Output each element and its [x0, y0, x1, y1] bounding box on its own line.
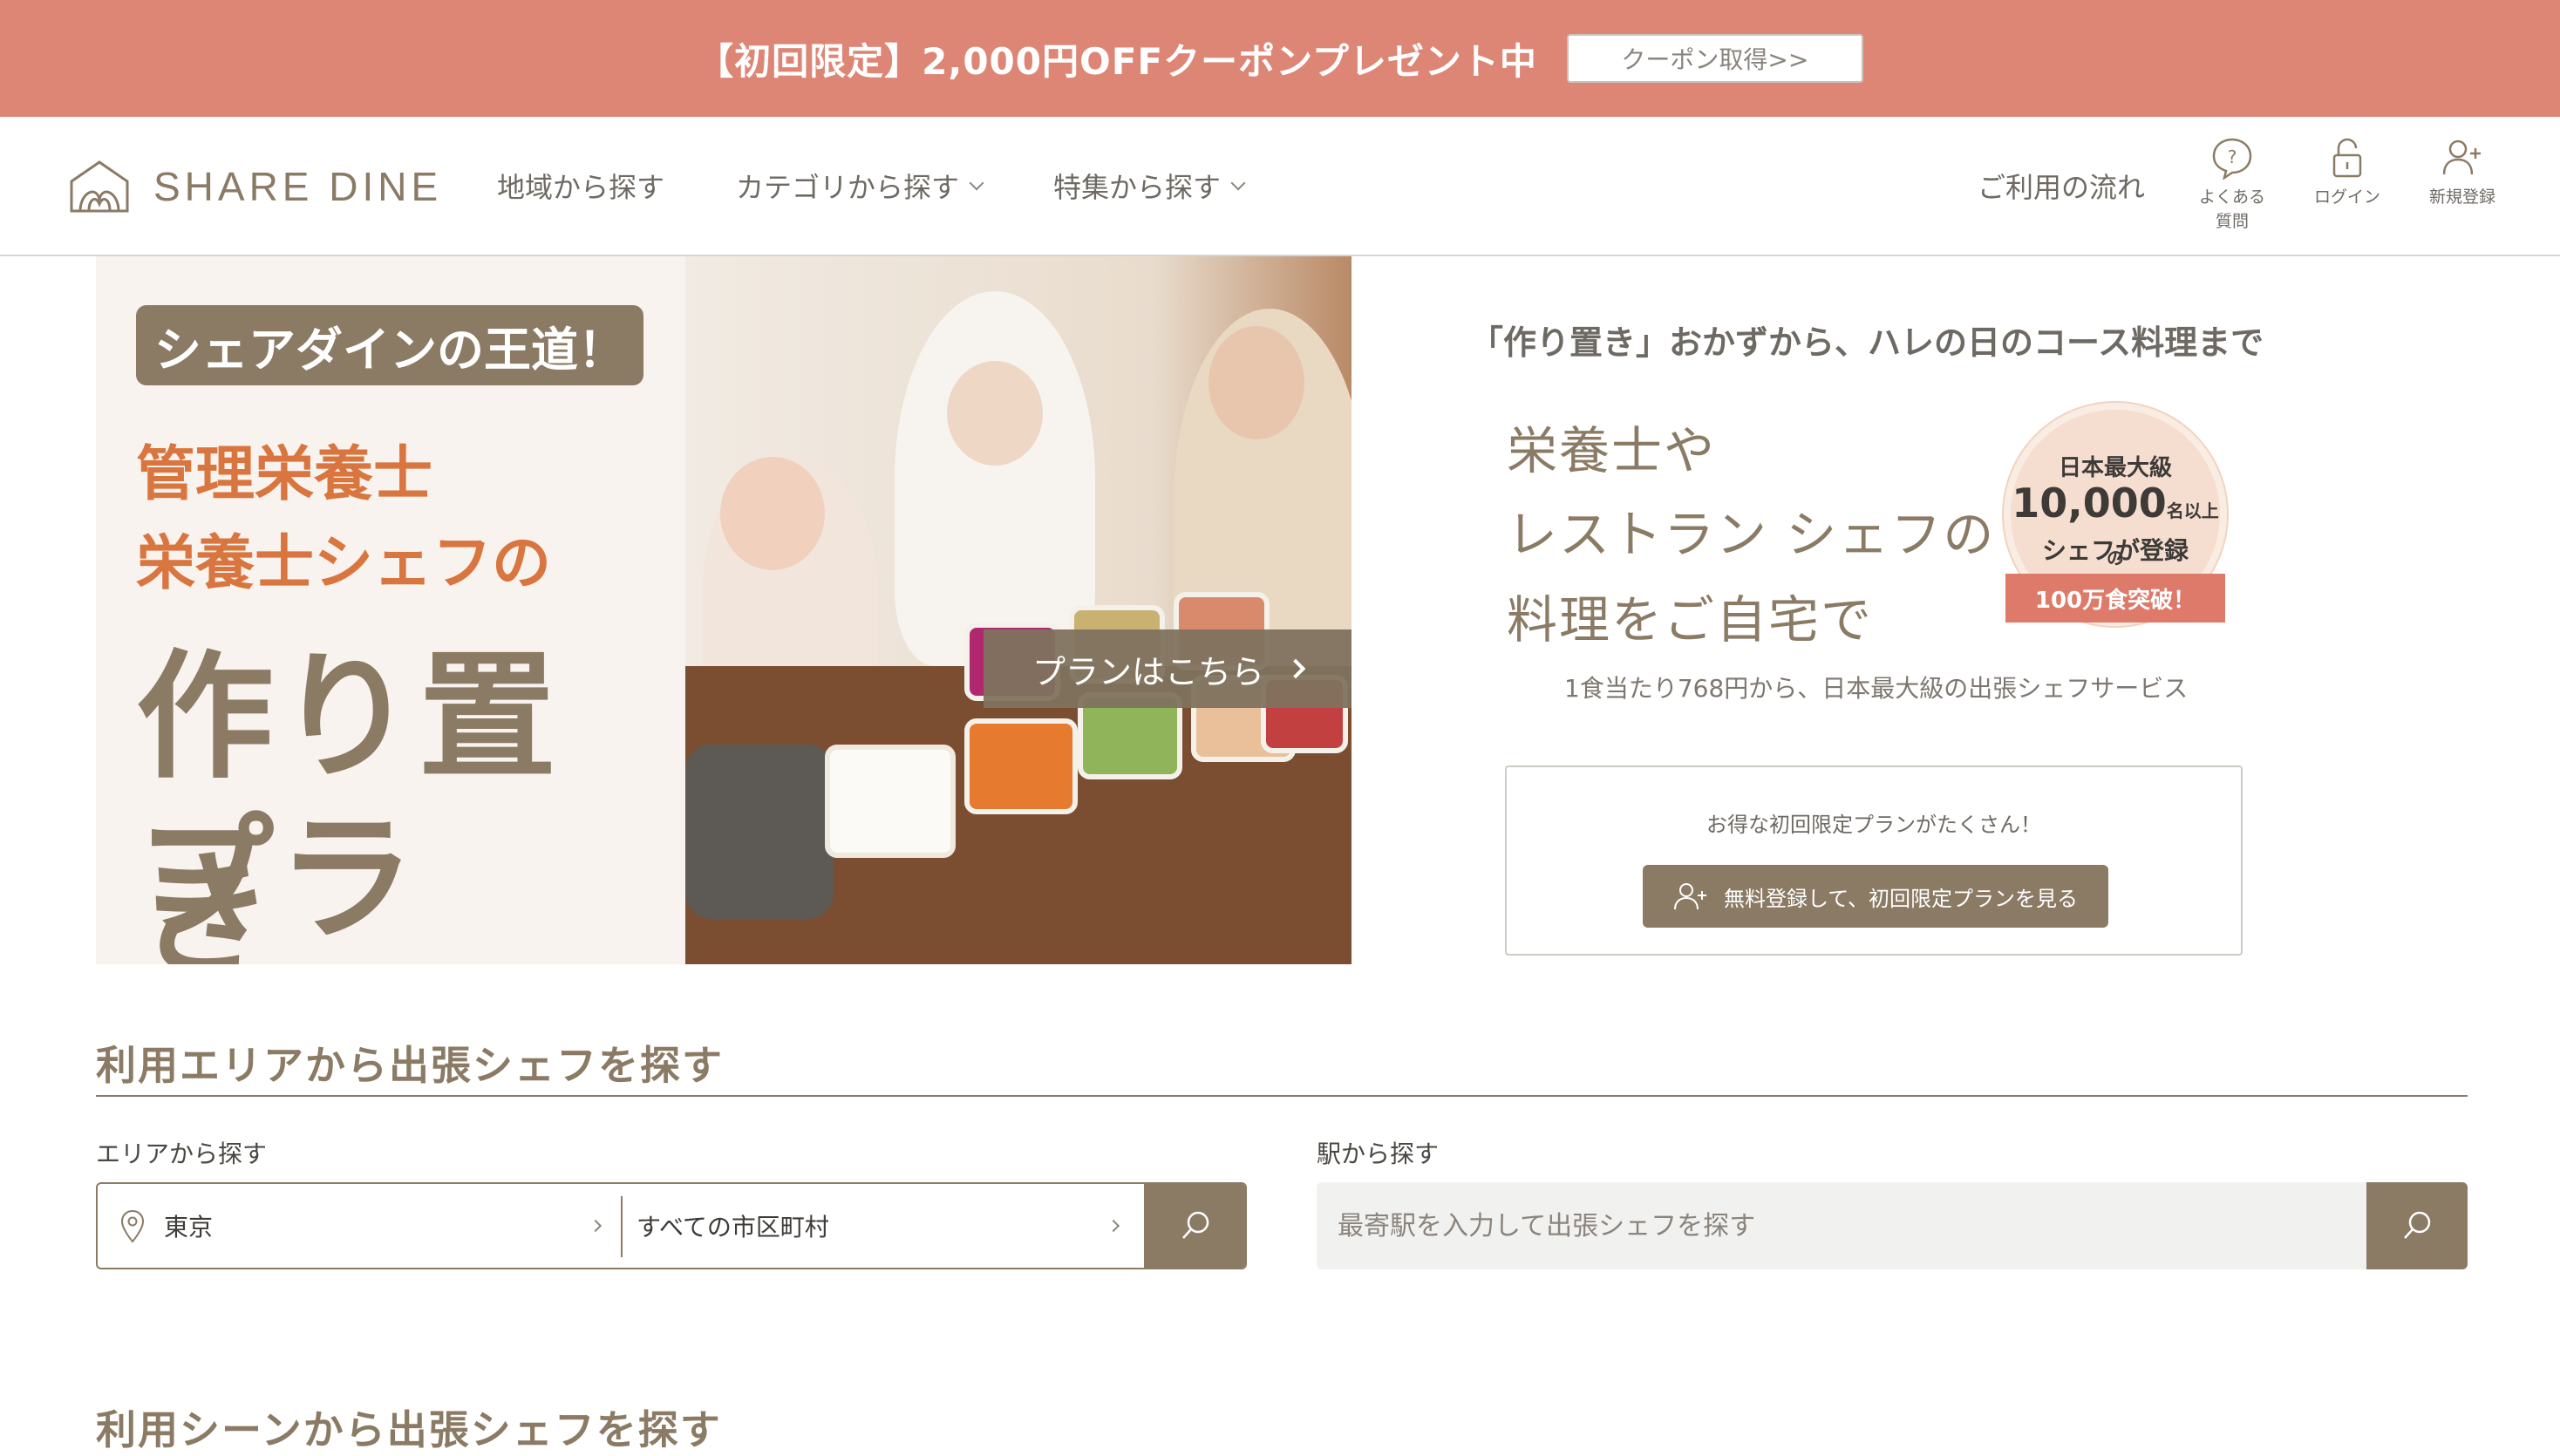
area-search-title: 利用エリアから出張シェフを探す: [96, 1042, 724, 1089]
signup-label: 新規登録: [2428, 187, 2495, 207]
site-header: SHARE DINE 地域から探す カテゴリから探す 特集から探す ご利用の流れ…: [0, 117, 2560, 256]
prefecture-value: 東京: [164, 1213, 214, 1242]
user-plus-icon: [2442, 139, 2481, 175]
chevron-right-icon: [1285, 658, 1306, 679]
plan-button[interactable]: プランはこちら: [984, 629, 1351, 708]
hero-tagline: 「作り置き」おかずから、ハレの日のコース料理まで: [1470, 323, 2264, 362]
banner-line-4: プラン!!: [136, 799, 419, 960]
search-icon: [2404, 1211, 2431, 1239]
hero-subline: 1食当たり768円から、日本最大級の出張シェフサービス: [1564, 674, 2189, 703]
station-search-box: [1317, 1182, 2468, 1269]
map-pin-icon: [120, 1209, 145, 1243]
nav-feature[interactable]: 特集から探す: [1053, 166, 1246, 206]
chevron-down-icon: [1230, 175, 1246, 191]
chevron-right-icon: [1106, 1219, 1120, 1233]
nav-region-label: 地域から探す: [497, 171, 665, 204]
free-signup-button[interactable]: 無料登録して、初回限定プランを見る: [1643, 865, 2108, 928]
medal-line-3: シェフが登録: [2041, 536, 2189, 565]
svg-text:?: ?: [2228, 146, 2237, 167]
station-search-button[interactable]: [2366, 1182, 2468, 1269]
area-search-box: 東京 すべての市区町村: [96, 1182, 1247, 1269]
photo-child-face: [720, 457, 825, 570]
logo-house-icon: [70, 160, 129, 213]
hero-headline-1: 栄養士や: [1507, 421, 1717, 480]
section-divider: [96, 1095, 2468, 1097]
scene-search-title: 利用シーンから出張シェフを探す: [96, 1406, 722, 1453]
first-plan-box: お得な初回限定プランがたくさん！ 無料登録して、初回限定プランを見る: [1505, 765, 2243, 956]
nav-region[interactable]: 地域から探す: [497, 166, 664, 206]
nav-category-label: カテゴリから探す: [736, 171, 960, 204]
banner-text-panel: シェアダインの王道！ 管理栄養士 栄養士シェフの 作り置き プラン!!: [96, 256, 685, 964]
search-icon: [1182, 1211, 1209, 1239]
photo-dish: [825, 745, 956, 858]
free-signup-label: 無料登録して、初回限定プランを見る: [1723, 886, 2079, 911]
banner-line-2: 栄養士シェフの: [136, 529, 552, 598]
banner-photo: [685, 256, 1351, 964]
chevron-down-icon: [969, 175, 984, 191]
station-label: 駅から探す: [1317, 1140, 1440, 1168]
area-search-button[interactable]: [1144, 1184, 1245, 1268]
city-value: すべての市区町村: [637, 1213, 829, 1242]
logo-text: SHARE DINE: [153, 164, 443, 209]
promo-bar: 【初回限定】2,000円OFFクーポンプレゼント中 クーポン取得>>: [0, 0, 2560, 117]
user-plus-icon: [1673, 883, 1706, 910]
question-icon: ?: [2212, 138, 2252, 180]
lock-icon: [2332, 138, 2362, 178]
station-input[interactable]: [1317, 1182, 2366, 1269]
header-icon-group: ? よくある 質問 ログイン 新規登録: [2189, 136, 2506, 234]
area-label: エリアから探す: [96, 1140, 268, 1168]
photo-chef-face: [947, 361, 1043, 466]
first-plan-text: お得な初回限定プランがたくさん！: [1706, 813, 2041, 837]
photo-dish: [964, 718, 1078, 814]
coupon-button[interactable]: クーポン取得>>: [1566, 34, 1863, 83]
banner-line-1: 管理栄養士: [136, 440, 433, 509]
nav-feature-label: 特集から探す: [1053, 171, 1222, 204]
login-link[interactable]: ログイン: [2304, 136, 2391, 234]
hero-headline-2: レストラン シェフの: [1507, 505, 1996, 564]
photo-pot: [685, 745, 834, 919]
hero-headline-3: 料理をご自宅で: [1507, 590, 1874, 650]
city-select[interactable]: すべての市区町村: [623, 1184, 1144, 1268]
logo[interactable]: SHARE DINE: [68, 159, 442, 214]
medal-ribbon: 100万食突破！: [2005, 574, 2225, 623]
main-nav: 地域から探す カテゴリから探す 特集から探す: [497, 166, 1246, 206]
promo-text: 【初回限定】2,000円OFFクーポンプレゼント中: [697, 39, 1537, 83]
faq-label: よくある 質問: [2198, 187, 2265, 231]
hero-banner[interactable]: シェアダインの王道！ 管理栄養士 栄養士シェフの 作り置き プラン!!: [96, 256, 1351, 964]
login-label: ログイン: [2313, 187, 2380, 207]
faq-link[interactable]: ? よくある 質問: [2189, 136, 2276, 234]
plan-button-label: プランはこちら: [1031, 652, 1264, 691]
photo-person-chef: [895, 291, 1095, 666]
photo-mother-face: [1209, 326, 1304, 439]
nav-category[interactable]: カテゴリから探す: [736, 166, 984, 206]
banner-pill: シェアダインの王道！: [136, 305, 643, 385]
chevron-right-icon: [589, 1219, 603, 1233]
usage-flow-link[interactable]: ご利用の流れ: [1978, 166, 2145, 206]
signup-link[interactable]: 新規登録: [2419, 136, 2506, 234]
medal-line-1: 日本最大級: [2058, 455, 2172, 481]
prefecture-select[interactable]: 東京: [98, 1184, 621, 1268]
